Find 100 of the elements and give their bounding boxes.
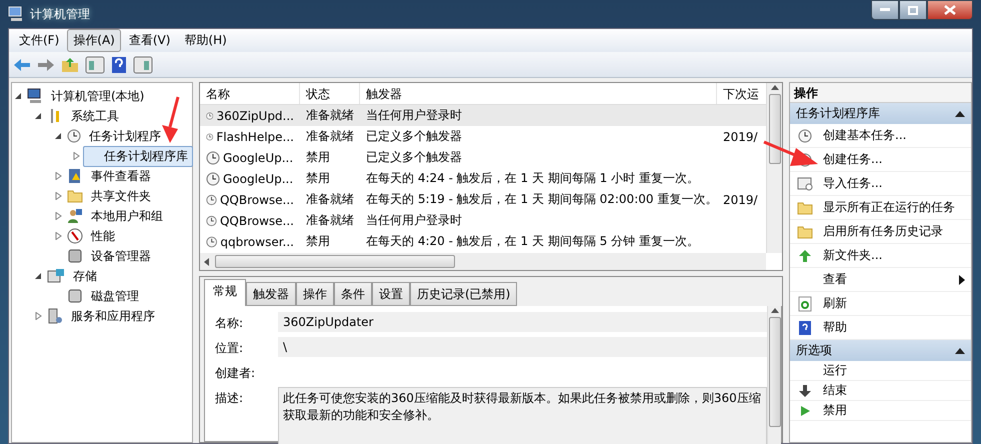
scroll-up-icon[interactable] — [770, 308, 778, 313]
server-icon — [47, 308, 63, 324]
tree-item[interactable]: 事件查看器 — [86, 166, 156, 186]
forward-icon[interactable] — [37, 58, 55, 72]
action-link[interactable]: 结束 — [823, 382, 847, 399]
clock-icon — [206, 150, 220, 164]
vertical-scrollbar[interactable] — [767, 306, 781, 444]
tree-item[interactable]: 任务计划程序 — [84, 126, 166, 146]
close-button[interactable] — [927, 0, 973, 20]
help-icon[interactable] — [111, 56, 127, 74]
refresh-icon — [798, 296, 812, 312]
table-row[interactable]: 360ZipUpd... 准备就绪 当任何用户登录时 — [200, 105, 766, 126]
tree-item[interactable]: 设备管理器 — [86, 246, 156, 266]
folder-icon — [797, 224, 813, 238]
vertical-scrollbar[interactable] — [766, 83, 782, 253]
tree-item[interactable]: 性能 — [86, 226, 120, 246]
maximize-button[interactable] — [899, 0, 927, 20]
console-tree-icon[interactable] — [85, 56, 105, 74]
users-icon — [67, 208, 83, 224]
action-link[interactable]: 创建基本任务... — [823, 127, 906, 144]
field-label: 描述: — [215, 390, 244, 407]
table-cell: qqbrowser... — [220, 234, 294, 248]
tree-item[interactable]: 磁盘管理 — [86, 286, 144, 306]
table-cell: GoogleUp... — [223, 150, 294, 164]
tree-item[interactable]: 任务计划程序库 — [83, 146, 193, 166]
table-cell-text: 准备就绪 — [305, 191, 355, 208]
expand-arrow-icon[interactable] — [54, 192, 62, 200]
up-folder-icon[interactable] — [61, 56, 79, 72]
tree-item[interactable]: 存储 — [68, 266, 102, 286]
expand-arrow-icon[interactable] — [54, 212, 62, 220]
table-cell-text: 准备就绪 — [305, 212, 355, 229]
column-header[interactable]: 名称 — [200, 83, 300, 104]
menu-item[interactable]: 操作(A) — [67, 29, 121, 52]
menu-item[interactable]: 文件(F) — [13, 29, 66, 52]
collapse-arrow-icon[interactable] — [14, 92, 22, 100]
expand-arrow-icon[interactable] — [54, 172, 62, 180]
table-cell-text: 当任何用户登录时 — [365, 107, 463, 124]
help-icon — [798, 320, 812, 336]
tab[interactable]: 条件 — [334, 282, 372, 306]
scroll-up-icon[interactable] — [770, 85, 778, 90]
tab[interactable]: 设置 — [372, 282, 410, 306]
back-icon[interactable] — [13, 58, 31, 72]
action-link[interactable]: 启用所有任务历史记录 — [823, 223, 943, 240]
submenu-arrow-icon — [959, 274, 965, 284]
tab[interactable]: 历史记录(已禁用) — [410, 282, 518, 306]
collapse-arrow-icon[interactable] — [34, 272, 42, 280]
table-cell-text: 当任何用户登录时 — [365, 212, 463, 229]
tab[interactable]: 常规 — [204, 279, 246, 306]
pane-title: 操作 — [790, 83, 971, 103]
table-cell-text: 在每天的 4:20 - 触发后，在 1 天 期间每隔 5 分钟 重复一次。 — [365, 233, 700, 250]
field-label: 位置: — [215, 340, 244, 357]
action-link[interactable]: 刷新 — [823, 295, 847, 312]
expand-arrow-icon[interactable] — [72, 152, 80, 160]
field-label: 创建者: — [215, 365, 256, 382]
tree-item[interactable]: 计算机管理(本地) — [46, 86, 150, 106]
tree-item[interactable]: 共享文件夹 — [86, 186, 156, 206]
tree-item[interactable]: 服务和应用程序 — [66, 306, 160, 326]
scroll-left-icon[interactable] — [204, 258, 209, 266]
column-header[interactable]: 触发器 — [360, 83, 717, 104]
table-cell-text: 已定义多个触发器 — [365, 149, 463, 166]
clock-icon — [206, 214, 217, 228]
collapse-icon — [955, 110, 965, 116]
table-cell: QQBrowse... — [220, 192, 294, 206]
description-field[interactable]: 此任务可使您安装的360压缩能及时获得最新版本。如果此任务被禁用或删除，则360压缩 获取最新的功能和安全修补。 — [278, 387, 767, 444]
tree-item[interactable]: 系统工具 — [66, 106, 124, 126]
horizontal-scrollbar[interactable] — [200, 253, 766, 270]
name-field[interactable]: 360ZipUpdater — [278, 312, 767, 332]
tree-item[interactable]: 本地用户和组 — [86, 206, 168, 226]
action-link[interactable]: 显示所有正在运行的任务 — [823, 199, 955, 216]
table-cell-text: 在每天的 5:19 - 触发后，在 1 天 期间每隔 02:00:00 重复一次。 — [365, 191, 717, 208]
table-cell-text: 准备就绪 — [305, 107, 355, 124]
section-header[interactable]: 所选项 — [790, 340, 971, 361]
table-cell-text: 已定义多个触发器 — [365, 128, 463, 145]
table-cell: 360ZipUpd... — [216, 108, 294, 122]
action-link[interactable]: 禁用 — [823, 402, 847, 419]
column-header[interactable]: 状态 — [300, 83, 360, 104]
close-icon — [944, 5, 956, 15]
action-link[interactable]: 帮助 — [823, 319, 847, 336]
minimize-button[interactable] — [871, 0, 899, 20]
collapse-arrow-icon[interactable] — [34, 112, 42, 120]
expand-arrow-icon[interactable] — [34, 312, 42, 320]
action-link[interactable]: 创建任务... — [823, 151, 882, 168]
collapse-icon — [955, 348, 965, 354]
action-link[interactable]: 运行 — [823, 362, 847, 379]
up-arrow-icon — [798, 248, 812, 262]
tab[interactable]: 操作 — [296, 282, 334, 306]
table-cell: FlashHelpe... — [216, 130, 294, 144]
action-link[interactable]: 导入任务... — [823, 175, 882, 192]
collapse-arrow-icon[interactable] — [54, 132, 62, 140]
clock-icon — [206, 192, 217, 206]
menu-item[interactable]: 查看(V) — [122, 29, 176, 52]
menu-item[interactable]: 帮助(H) — [178, 29, 233, 52]
name-field[interactable]: \ — [278, 337, 767, 357]
action-link[interactable]: 查看 — [823, 271, 847, 288]
section-header[interactable]: 任务计划程序库 — [790, 103, 971, 124]
tab[interactable]: 触发器 — [246, 282, 296, 306]
action-pane-icon[interactable] — [133, 56, 153, 74]
table-cell-text: 准备就绪 — [305, 128, 355, 145]
action-link[interactable]: 新文件夹... — [823, 247, 882, 264]
expand-arrow-icon[interactable] — [54, 232, 62, 240]
